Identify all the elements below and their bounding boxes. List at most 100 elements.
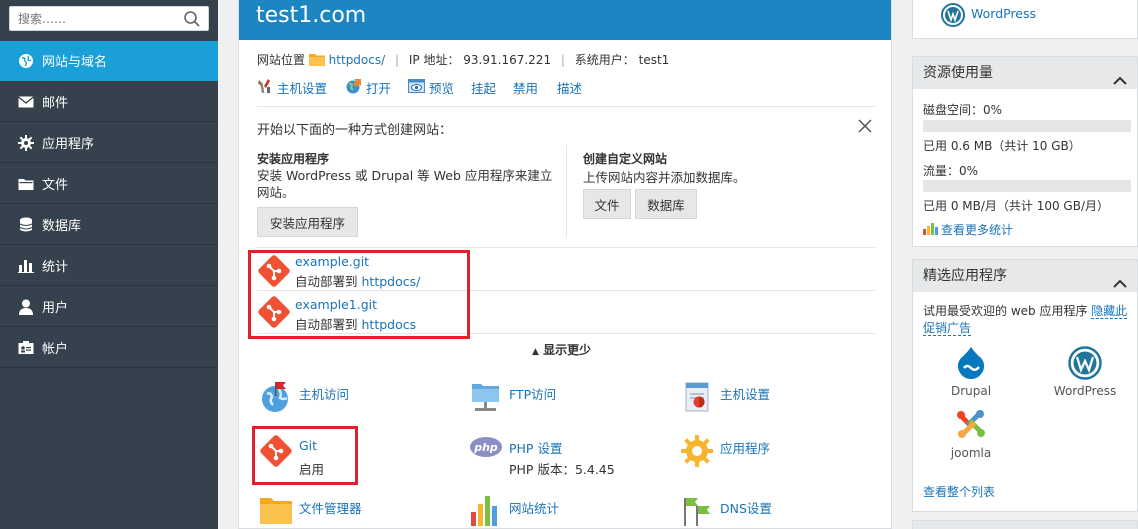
sidebar-item-users[interactable]: 用户: [0, 287, 218, 327]
install-app-button[interactable]: 安装应用程序: [257, 207, 358, 237]
user-icon: [16, 297, 36, 317]
ftp-folder-icon: [469, 380, 503, 414]
ip-value: 93.91.167.221: [463, 53, 552, 67]
sysuser-value: test1: [638, 53, 670, 67]
custom-site-title: 创建自定义网站: [583, 152, 668, 166]
preview-icon: [408, 78, 429, 96]
php-settings-tool[interactable]: php PHP 设置 PHP 版本：5.4.45: [469, 434, 669, 477]
applications-tool[interactable]: 应用程序: [680, 434, 870, 474]
disable-link[interactable]: 禁用: [513, 78, 538, 96]
site-info-row: 网站位置 httpdocs/ | IP 地址： 93.91.167.221 | …: [257, 53, 670, 69]
chevron-up-icon[interactable]: [1113, 66, 1127, 98]
sidebar-item-databases[interactable]: 数据库: [0, 205, 218, 245]
app-drupal[interactable]: Drupal: [921, 346, 1021, 398]
install-app-desc: 安装 WordPress 或 Drupal 等 Web 应用程序来建立网站。: [257, 168, 553, 200]
view-all-link[interactable]: 查看整个列表: [923, 483, 995, 500]
app-joomla[interactable]: joomla: [921, 408, 1021, 460]
bar-chart-icon: [16, 256, 36, 276]
chevron-up-icon: ▲: [532, 347, 539, 357]
show-less-toggle[interactable]: ▲ 显示更少: [532, 341, 591, 358]
php-version: PHP 版本：5.4.45: [509, 462, 615, 477]
svg-text:php: php: [473, 441, 498, 454]
envelope-icon: [16, 92, 36, 112]
traffic-usage-bar: [923, 180, 1131, 192]
dns-flags-icon: [680, 492, 714, 526]
wordpress-icon: [1035, 346, 1135, 380]
sidebar-item-files[interactable]: 文件: [0, 164, 218, 204]
host-access-tool[interactable]: 主机访问: [259, 380, 439, 420]
next-panel: [912, 520, 1138, 529]
site-statistics-tool[interactable]: 网站统计: [469, 492, 649, 529]
globe-flag-icon: [259, 380, 293, 414]
sidebar-item-label: 邮件: [42, 96, 69, 111]
globe-arrow-icon: [345, 78, 366, 97]
open-link[interactable]: 打开: [345, 78, 391, 96]
disk-usage-label: 磁盘空间：0%: [923, 103, 1003, 117]
location-label: 网站位置: [257, 53, 306, 67]
file-manager-tool[interactable]: 文件管理器: [259, 492, 439, 529]
gear-icon: [16, 133, 36, 153]
site-title: test1.com: [239, 0, 891, 40]
folder-icon: [16, 174, 36, 194]
joomla-icon: [921, 408, 1021, 442]
traffic-usage-label: 流量：0%: [923, 164, 979, 178]
folder-icon: [308, 53, 325, 69]
sidebar-item-label: 统计: [42, 260, 69, 275]
featured-apps-panel: 精选应用程序 试用最受欢迎的 web 应用程序 隐藏此促销广告 Drupal W…: [912, 259, 1138, 512]
featured-intro: 试用最受欢迎的 web 应用程序 隐藏此促销广告: [923, 304, 1128, 336]
sidebar-item-applications[interactable]: 应用程序: [0, 123, 218, 163]
bar-chart-icon: [923, 222, 938, 238]
close-icon[interactable]: [858, 119, 872, 136]
more-stats-link[interactable]: 查看更多统计: [923, 221, 1013, 238]
sidebar-item-mail[interactable]: 邮件: [0, 82, 218, 122]
dns-settings-tool[interactable]: DNS设置: [680, 492, 870, 529]
search-box[interactable]: [9, 6, 209, 31]
globe-icon: [16, 51, 36, 71]
suspend-link[interactable]: 挂起: [471, 78, 496, 96]
disk-usage-bar: [923, 120, 1131, 132]
panel-header[interactable]: 精选应用程序: [913, 260, 1137, 292]
create-website-box: 开始以下面的一种方式创建网站： 安装应用程序 安装 WordPress 或 Dr…: [257, 106, 875, 246]
resource-usage-panel: 资源使用量 磁盘空间：0% 已用 0.6 MB（共计 10 GB） 流量：0% …: [912, 56, 1138, 247]
right-column: WordPress 资源使用量 磁盘空间：0% 已用 0.6 MB（共计 10 …: [912, 0, 1138, 529]
tools-icon: [257, 78, 277, 97]
panel-header[interactable]: 资源使用量: [913, 57, 1137, 89]
search-icon[interactable]: [183, 10, 201, 28]
bar-chart-icon: [469, 492, 503, 526]
wordpress-icon: [941, 3, 965, 30]
website-panel: test1.com 网站位置 httpdocs/ | IP 地址： 93.91.…: [238, 0, 892, 529]
host-settings-tool[interactable]: 主机设置: [680, 380, 870, 420]
gear-icon: [680, 434, 714, 468]
app-wordpress[interactable]: WordPress: [1035, 346, 1135, 398]
install-app-title: 安装应用程序: [257, 152, 330, 166]
databases-button[interactable]: 数据库: [635, 189, 697, 219]
sidebar-item-statistics[interactable]: 统计: [0, 246, 218, 286]
disk-usage-detail: 已用 0.6 MB（共计 10 GB）: [923, 139, 1081, 153]
files-button[interactable]: 文件: [583, 189, 631, 219]
highlight-box: [252, 426, 358, 485]
search-input[interactable]: [18, 7, 178, 30]
php-icon: php: [469, 434, 503, 468]
sidebar: 网站与域名 邮件 应用程序 文件 数据库 统计 用户 帐户: [0, 0, 218, 529]
folder-icon: [259, 492, 293, 526]
sidebar-item-label: 帐户: [42, 342, 69, 357]
wordpress-panel: WordPress: [912, 0, 1138, 39]
create-heading: 开始以下面的一种方式创建网站：: [257, 123, 453, 138]
divider: [566, 145, 567, 237]
location-link[interactable]: httpdocs/: [329, 53, 385, 67]
describe-link[interactable]: 描述: [557, 78, 582, 96]
sidebar-item-label: 网站与域名: [42, 55, 108, 70]
highlight-box: [248, 250, 470, 339]
sidebar-item-account[interactable]: 帐户: [0, 328, 218, 368]
database-icon: [16, 215, 36, 235]
ftp-access-tool[interactable]: FTP访问: [469, 380, 649, 420]
drupal-icon: [921, 346, 1021, 380]
wordpress-link[interactable]: WordPress: [971, 6, 1036, 21]
sidebar-item-websites[interactable]: 网站与域名: [0, 41, 218, 81]
chevron-up-icon[interactable]: [1113, 269, 1127, 301]
ip-label: IP 地址：: [408, 53, 460, 67]
sysuser-label: 系统用户：: [574, 53, 635, 67]
id-card-icon: [16, 338, 36, 358]
preview-link[interactable]: 预览: [408, 78, 454, 96]
host-settings-link[interactable]: 主机设置: [257, 78, 327, 96]
